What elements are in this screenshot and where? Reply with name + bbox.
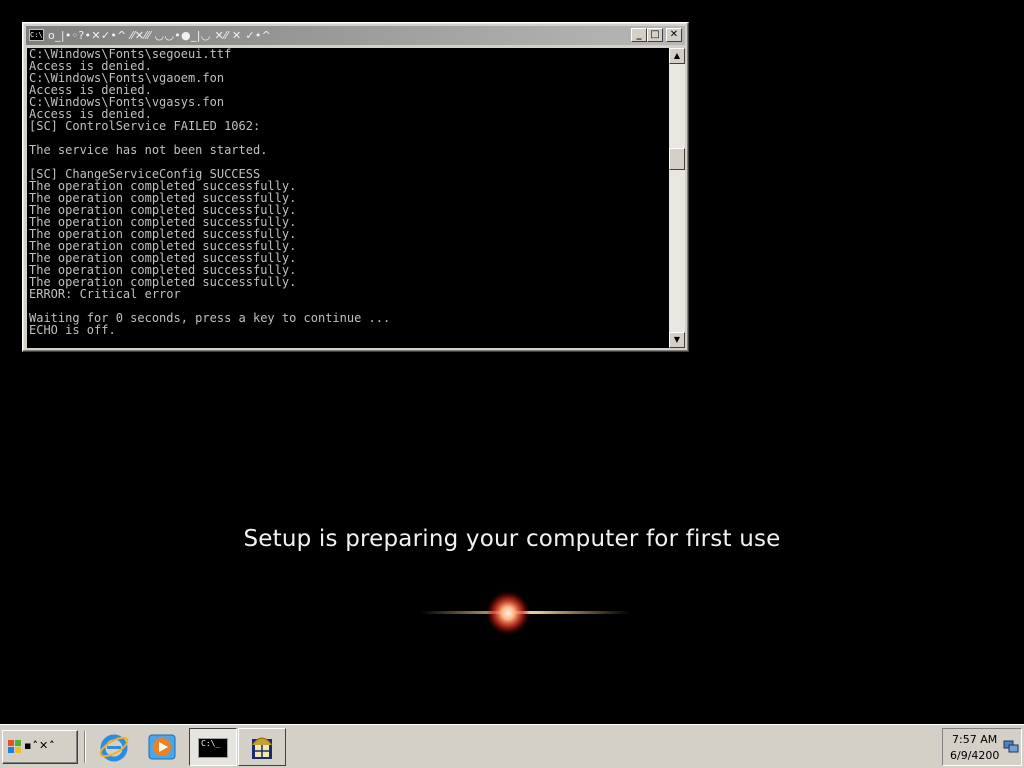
internet-explorer-icon[interactable]	[98, 731, 130, 763]
media-player-icon[interactable]	[146, 731, 178, 763]
console-output-area[interactable]: C:\Windows\Fonts\segoeui.ttf Access is d…	[27, 48, 669, 348]
console-output-text: C:\Windows\Fonts\segoeui.ttf Access is d…	[29, 48, 391, 337]
minimize-button[interactable]: _	[631, 28, 647, 42]
vertical-scrollbar[interactable]: ▲ ▼	[669, 48, 685, 348]
console-window-icon[interactable]: C:\	[29, 29, 44, 41]
start-button[interactable]: ▪˄✕˄	[2, 730, 78, 764]
window-titlebar[interactable]: C:\ o_|•◦?•✕✓•^ ⁄⁄✕⁄⁄⁄ ◡◡•●_|◡ ✕⁄⁄ ✕ ✓•^…	[26, 26, 685, 45]
taskbar-item-cmd[interactable]: C:\_	[189, 728, 237, 766]
command-prompt-window[interactable]: C:\ o_|•◦?•✕✓•^ ⁄⁄✕⁄⁄⁄ ◡◡•●_|◡ ✕⁄⁄ ✕ ✓•^…	[22, 22, 689, 352]
setup-progress-glow	[420, 591, 630, 635]
scroll-down-arrow-icon[interactable]: ▼	[669, 332, 685, 348]
close-button[interactable]: ✕	[666, 28, 682, 42]
setup-window-icon	[251, 737, 273, 759]
clock-time[interactable]: 7:57 AM	[952, 733, 997, 746]
scroll-up-arrow-icon[interactable]: ▲	[669, 48, 685, 64]
window-title: o_|•◦?•✕✓•^ ⁄⁄✕⁄⁄⁄ ◡◡•●_|◡ ✕⁄⁄ ✕ ✓•^	[48, 29, 272, 42]
taskbar-divider	[84, 731, 86, 763]
system-tray: 7:57 AM 6/9/4200	[942, 728, 1022, 766]
windows-flag-icon	[8, 740, 21, 753]
network-icon[interactable]	[1003, 740, 1019, 754]
taskbar: ▪˄✕˄ C:\_ 7:57 AM 6/9/4200	[0, 724, 1024, 768]
maximize-button[interactable]: □	[647, 28, 663, 42]
cmd-window-icon: C:\_	[198, 738, 228, 758]
start-button-glyphs: ▪˄✕˄	[24, 739, 56, 752]
setup-status-message: Setup is preparing your computer for fir…	[243, 526, 781, 552]
scrollbar-thumb[interactable]	[669, 148, 685, 170]
clock-date[interactable]: 6/9/4200	[950, 749, 999, 762]
taskbar-item-setup[interactable]	[238, 728, 286, 766]
